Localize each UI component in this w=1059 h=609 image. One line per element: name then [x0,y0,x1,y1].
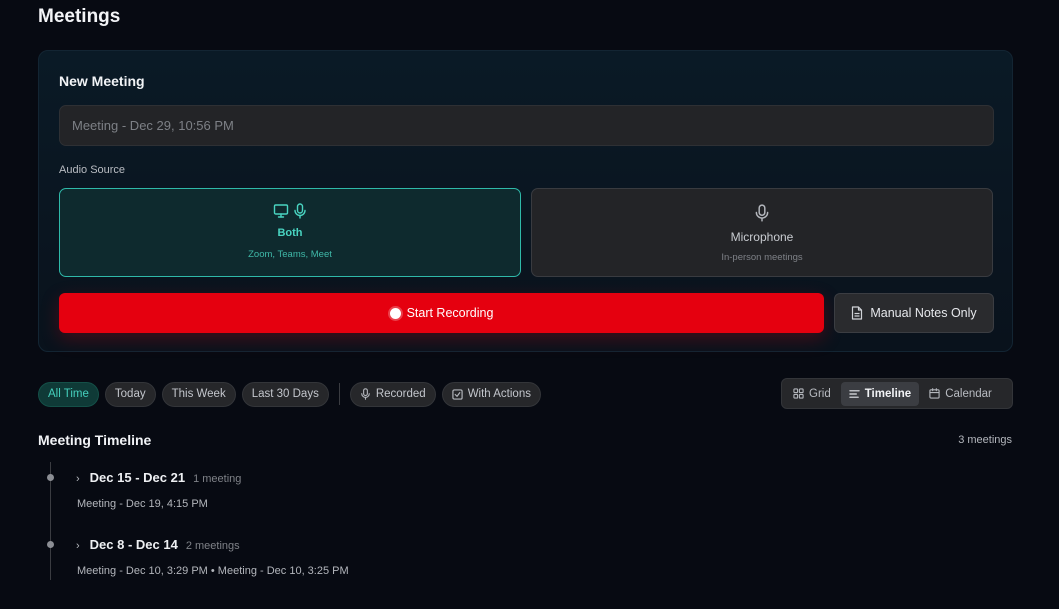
new-meeting-title: New Meeting [59,73,145,89]
filter-last-30-days[interactable]: Last 30 Days [241,381,329,407]
chevron-right-icon: › [76,540,80,552]
mic-icon [360,388,371,400]
view-toggle: Grid Timeline Calendar [781,378,1013,409]
manual-notes-button[interactable]: Manual Notes Only [834,293,994,333]
week-range: Dec 8 - Dec 14 [89,537,178,552]
source-name: Both [277,227,303,239]
start-recording-button[interactable]: Start Recording [59,293,824,333]
filter-with-actions[interactable]: With Actions [441,381,541,407]
view-grid-label: Grid [809,387,831,400]
filter-divider [338,383,340,405]
filter-recorded[interactable]: Recorded [349,381,436,407]
record-dot-icon [389,307,401,319]
filter-all-time[interactable]: All Time [38,381,99,407]
meeting-title-input[interactable] [59,105,994,146]
week-meeting-list[interactable]: Meeting - Dec 10, 3:29 PM • Meeting - De… [77,565,349,577]
week-meeting-count: 1 meeting [193,473,242,485]
source-description: In-person meetings [721,252,803,263]
monitor-icon [273,203,289,221]
mic-icon [754,204,770,222]
filter-bar: All Time Today This Week Last 30 Days Re… [38,381,541,407]
document-icon [851,306,863,320]
list-icon [849,389,860,399]
week-group-header[interactable]: › Dec 8 - Dec 14 2 meetings [76,537,240,552]
chevron-right-icon: › [76,473,80,485]
filter-recorded-label: Recorded [375,388,426,400]
audio-source-both[interactable]: Both Zoom, Teams, Meet [59,188,521,277]
meeting-count: 3 meetings [958,434,1012,446]
view-grid[interactable]: Grid [785,382,839,406]
view-calendar-label: Calendar [945,387,992,400]
week-meeting-list[interactable]: Meeting - Dec 19, 4:15 PM [77,498,208,510]
week-range: Dec 15 - Dec 21 [89,470,186,485]
week-meeting-count: 2 meetings [185,540,240,552]
week-group-header[interactable]: › Dec 15 - Dec 21 1 meeting [76,470,241,485]
source-name: Microphone [730,230,794,244]
start-recording-label: Start Recording [406,306,494,320]
calendar-icon [929,388,940,399]
new-meeting-card: New Meeting Audio Source [38,50,1013,352]
view-timeline-label: Timeline [864,387,912,400]
filter-with-actions-label: With Actions [467,388,531,400]
timeline-dot [47,541,54,548]
mic-icon [293,203,307,221]
audio-source-microphone[interactable]: Microphone In-person meetings [531,188,993,277]
audio-source-label: Audio Source [59,164,126,176]
manual-notes-label: Manual Notes Only [870,306,977,320]
meetings-page: Meetings New Meeting Audio Source [0,0,1059,609]
filter-today[interactable]: Today [104,381,156,407]
checkbox-icon [452,388,463,400]
timeline-dot [47,474,54,481]
source-description: Zoom, Teams, Meet [248,249,332,260]
page-title: Meetings [38,6,121,27]
view-calendar[interactable]: Calendar [921,382,1000,406]
view-timeline[interactable]: Timeline [840,381,920,406]
filter-this-week[interactable]: This Week [161,381,236,407]
timeline-title: Meeting Timeline [38,432,152,448]
grid-icon [793,388,804,399]
